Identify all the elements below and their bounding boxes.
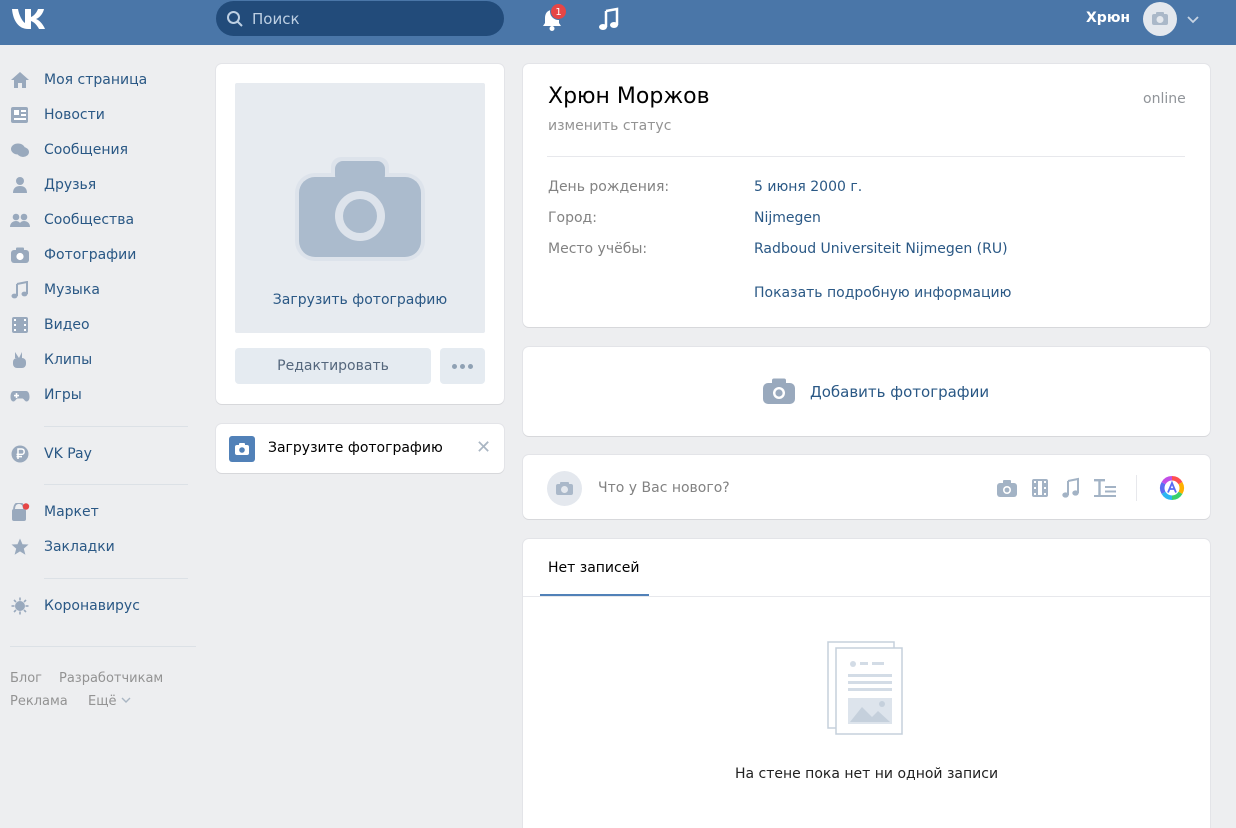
- article-icon[interactable]: [1093, 478, 1117, 498]
- sidebar-item-label: Клипы: [44, 352, 93, 368]
- music-note-icon[interactable]: [1061, 477, 1081, 499]
- sidebar-item-clips[interactable]: Клипы: [0, 345, 190, 375]
- info-label-city: Город:: [548, 210, 597, 226]
- avatar[interactable]: [1143, 2, 1177, 36]
- gamepad-icon: [10, 391, 30, 402]
- sidebar-item-label: Игры: [44, 387, 82, 403]
- current-username[interactable]: Хрюн: [1086, 10, 1130, 26]
- camera-icon: [295, 157, 425, 261]
- film-icon[interactable]: [1031, 478, 1049, 498]
- camera-icon: [229, 436, 255, 462]
- clips-icon: [13, 352, 26, 368]
- camera-icon: [1152, 12, 1168, 25]
- sidebar-item-music[interactable]: Музыка: [0, 275, 190, 305]
- sidebar-item-vk-pay[interactable]: VK Pay: [0, 439, 190, 469]
- footer-link-developers[interactable]: Разработчикам: [59, 671, 163, 686]
- news-icon: [11, 107, 28, 123]
- top-bar: Поиск 1 Хрюн: [0, 0, 1236, 45]
- sidebar-item-label: Сообщения: [44, 142, 129, 158]
- groups-icon: [10, 213, 30, 227]
- sidebar-divider: [44, 578, 188, 579]
- star-icon: [11, 538, 29, 555]
- sidebar-item-label: Маркет: [44, 504, 99, 520]
- sidebar-divider: [44, 426, 188, 427]
- sidebar-item-bookmarks[interactable]: Закладки: [0, 532, 190, 562]
- change-status-link[interactable]: изменить статус: [548, 118, 671, 134]
- sidebar-item-label: Сообщества: [44, 212, 135, 228]
- color-wheel-icon[interactable]: [1159, 475, 1185, 501]
- vk-logo-icon[interactable]: [10, 6, 54, 32]
- empty-wall-text: На стене пока нет ни одной записи: [734, 766, 999, 782]
- sidebar-item-label: Закладки: [44, 539, 115, 555]
- sidebar-item-label: Моя страница: [44, 72, 148, 88]
- info-divider: [547, 156, 1185, 157]
- close-icon[interactable]: ✕: [476, 439, 491, 457]
- sidebar-item-photos[interactable]: Фотографии: [0, 240, 190, 270]
- search-placeholder: Поиск: [252, 10, 300, 28]
- composer-divider: [1136, 475, 1137, 501]
- camera-icon[interactable]: [996, 478, 1018, 498]
- sidebar-item-label: Друзья: [44, 177, 97, 193]
- sidebar-item-label: Музыка: [44, 282, 100, 298]
- upload-photo-link[interactable]: Загрузить фотографию: [235, 292, 485, 308]
- post-input[interactable]: Что у Вас нового?: [598, 480, 730, 496]
- empty-wall-icon: [827, 641, 903, 735]
- sidebar-divider: [10, 646, 196, 647]
- messages-icon: [11, 143, 29, 157]
- camera-icon: [763, 378, 795, 404]
- film-icon: [12, 317, 28, 333]
- sidebar-item-friends[interactable]: Друзья: [0, 170, 190, 200]
- camera-icon: [11, 247, 29, 263]
- virus-icon: [11, 597, 29, 615]
- sidebar-item-label: Новости: [44, 107, 105, 123]
- sidebar-item-label: Коронавирус: [44, 598, 140, 614]
- home-icon: [11, 72, 29, 88]
- friend-icon: [13, 177, 27, 193]
- edit-profile-button[interactable]: Редактировать: [235, 348, 431, 384]
- notification-badge: 1: [550, 3, 567, 20]
- info-value-city[interactable]: Nijmegen: [754, 210, 821, 226]
- sidebar-item-video[interactable]: Видео: [0, 310, 190, 340]
- search-input[interactable]: Поиск: [216, 1, 504, 36]
- page-title: Хрюн Моржов: [548, 84, 710, 109]
- sidebar-item-games[interactable]: Игры: [0, 380, 190, 410]
- sidebar-item-groups[interactable]: Сообщества: [0, 205, 190, 235]
- sidebar-item-my-page[interactable]: Моя страница: [0, 65, 190, 95]
- footer-link-more[interactable]: Ещё: [88, 694, 132, 709]
- ruble-icon: [11, 445, 29, 463]
- chevron-down-icon[interactable]: [1186, 12, 1200, 26]
- info-value-education[interactable]: Radboud Universiteit Nijmegen (RU): [754, 241, 1008, 257]
- camera-icon: [556, 482, 573, 495]
- sidebar-item-coronavirus[interactable]: Коронавирус: [0, 591, 190, 621]
- footer-more-label: Ещё: [88, 694, 117, 709]
- info-label-birthday: День рождения:: [548, 179, 670, 195]
- tab-divider: [523, 596, 1210, 597]
- online-status: online: [1143, 91, 1186, 107]
- sidebar-divider: [44, 484, 188, 485]
- profile-photo-placeholder[interactable]: Загрузить фотографию: [235, 83, 485, 333]
- music-note-icon: [11, 281, 28, 299]
- upload-notice-label[interactable]: Загрузите фотографию: [268, 440, 443, 456]
- sidebar-item-market[interactable]: Маркет: [0, 497, 190, 527]
- music-note-icon[interactable]: [597, 7, 621, 33]
- more-actions-button[interactable]: [440, 348, 485, 384]
- sidebar-item-label: Видео: [44, 317, 90, 333]
- search-icon: [227, 11, 243, 27]
- show-details-link[interactable]: Показать подробную информацию: [754, 285, 1011, 301]
- info-label-education: Место учёбы:: [548, 241, 648, 257]
- info-value-birthday[interactable]: 5 июня 2000 г.: [754, 179, 862, 195]
- sidebar-item-label: VK Pay: [44, 446, 92, 462]
- avatar: [547, 471, 582, 506]
- footer-link-blog[interactable]: Блог: [10, 671, 42, 686]
- sidebar-item-news[interactable]: Новости: [0, 100, 190, 130]
- bag-icon: [12, 503, 30, 521]
- footer-link-ads[interactable]: Реклама: [10, 694, 68, 709]
- chevron-down-icon: [121, 697, 131, 703]
- sidebar-item-messages[interactable]: Сообщения: [0, 135, 190, 165]
- sidebar-item-label: Фотографии: [44, 247, 137, 263]
- add-photos-label[interactable]: Добавить фотографии: [810, 383, 989, 401]
- tab-wall[interactable]: Нет записей: [548, 560, 639, 576]
